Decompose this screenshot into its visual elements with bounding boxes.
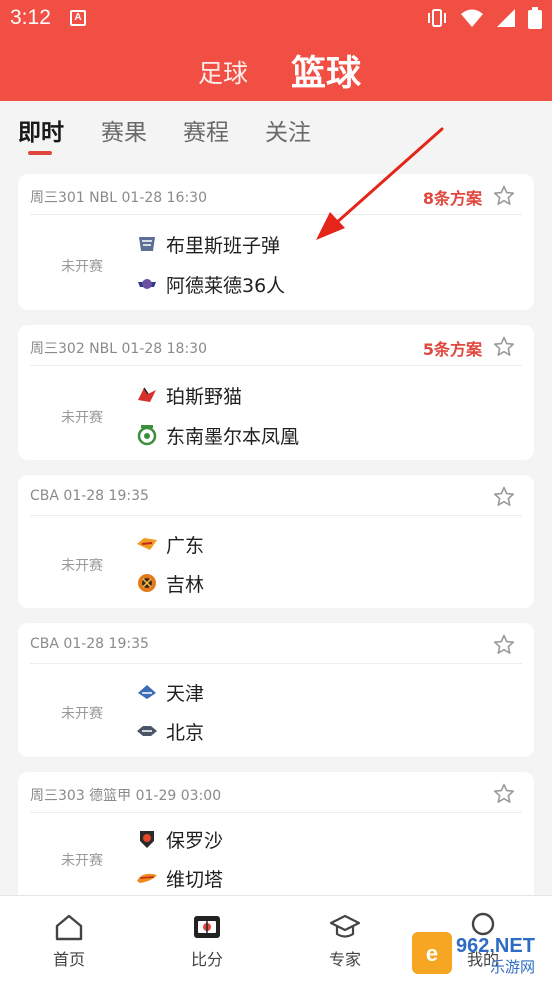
away-team-row: 维切塔 [136, 863, 223, 893]
star-icon[interactable] [492, 782, 516, 806]
home-team-row: 保罗沙 [136, 824, 223, 854]
nav-experts-label: 专家 [328, 950, 361, 969]
wifi-icon [461, 9, 483, 27]
tab-results[interactable]: 赛果 [101, 113, 147, 147]
nav-experts[interactable]: 专家 [305, 912, 385, 970]
match-header: 周三303 德篮甲 01-29 03:00 [30, 788, 222, 804]
tab-basketball[interactable]: 篮球 [291, 45, 361, 96]
match-card[interactable]: 周三302 NBL 01-28 18:30 5条方案 未开赛 珀斯野猫 东南墨尔… [18, 325, 534, 460]
app-notification-icon: A [70, 10, 86, 26]
beijing-logo [137, 726, 157, 736]
vechta-logo [137, 873, 157, 883]
match-header: CBA 01-28 19:35 [30, 488, 149, 504]
scoreboard-icon [194, 916, 220, 938]
tab-live[interactable]: 即时 [18, 113, 64, 147]
team-name: 布里斯班子弹 [166, 234, 281, 257]
team-name: 维切塔 [166, 868, 224, 891]
status-time: 3:12 [10, 6, 51, 29]
perth-wildcats-logo [138, 387, 156, 402]
match-status: 未开赛 [61, 259, 103, 275]
guangdong-logo [137, 538, 157, 550]
watermark-logo: e 962.NET 乐游网 [412, 932, 535, 976]
battery-icon [528, 7, 542, 29]
active-tab-indicator [28, 151, 52, 155]
adelaide-36ers-logo [138, 279, 156, 289]
status-bar: 3:12 A [0, 0, 552, 38]
star-icon[interactable] [492, 633, 516, 657]
team-name: 广东 [166, 534, 205, 557]
paulosa-logo [140, 831, 154, 848]
watermark-text: 962.NET [456, 935, 535, 957]
card-divider [30, 812, 522, 813]
match-header: CBA 01-28 19:35 [30, 636, 149, 652]
star-icon[interactable] [492, 485, 516, 509]
star-icon[interactable] [492, 184, 516, 208]
team-name: 东南墨尔本凤凰 [166, 425, 300, 448]
home-team-row: 广东 [136, 529, 204, 559]
home-team-row: 天津 [136, 677, 204, 707]
svg-text:e: e [426, 941, 438, 966]
card-divider [30, 365, 522, 366]
signal-icon [497, 9, 515, 27]
team-name: 吉林 [166, 573, 205, 596]
away-team-row: 东南墨尔本凤凰 [136, 420, 299, 450]
tab-football[interactable]: 足球 [198, 54, 248, 90]
tab-following[interactable]: 关注 [265, 113, 311, 147]
sport-tabs: 足球 篮球 [0, 44, 552, 94]
nav-score-label: 比分 [190, 950, 223, 969]
match-status: 未开赛 [61, 706, 103, 722]
match-status: 未开赛 [61, 558, 103, 574]
match-header: 周三301 NBL 01-28 16:30 [30, 190, 207, 206]
plans-count-link[interactable]: 8条方案 [423, 185, 482, 209]
match-card[interactable]: CBA 01-28 19:35 未开赛 天津 北京 [18, 623, 534, 757]
graduation-cap-icon [329, 914, 361, 938]
match-card[interactable]: CBA 01-28 19:35 未开赛 广东 吉林 [18, 475, 534, 608]
tab-schedule[interactable]: 赛程 [183, 113, 229, 147]
card-divider [30, 214, 522, 215]
nav-home-label: 首页 [52, 950, 85, 969]
home-team-row: 珀斯野猫 [136, 380, 242, 410]
home-team-row: 布里斯班子弹 [136, 229, 280, 259]
match-header: 周三302 NBL 01-28 18:30 [30, 341, 207, 357]
nav-score[interactable]: 比分 [167, 912, 247, 970]
top-bar: 3:12 A 足球 篮球 [0, 0, 552, 101]
match-status: 未开赛 [61, 410, 103, 426]
away-team-row: 吉林 [136, 568, 204, 598]
sub-tabs: 即时 赛果 赛程 关注 [0, 101, 552, 165]
match-card[interactable]: 周三301 NBL 01-28 16:30 8条方案 未开赛 布里斯班子弹 阿德… [18, 174, 534, 310]
vibrate-icon [428, 9, 446, 27]
card-divider [30, 663, 522, 664]
nav-home[interactable]: 首页 [29, 912, 109, 970]
match-status: 未开赛 [61, 853, 103, 869]
team-name: 天津 [166, 682, 205, 705]
status-icons [426, 7, 542, 29]
jilin-logo [138, 574, 156, 592]
tianjin-logo [138, 685, 156, 699]
home-icon [55, 914, 83, 941]
match-card[interactable]: 周三303 德篮甲 01-29 03:00 未开赛 保罗沙 维切塔 [18, 772, 534, 912]
away-team-row: 北京 [136, 716, 204, 746]
watermark-subtext: 乐游网 [490, 958, 535, 976]
team-name: 北京 [166, 721, 205, 744]
team-name: 珀斯野猫 [166, 385, 243, 408]
se-melbourne-phoenix-logo [137, 425, 157, 446]
team-name: 保罗沙 [166, 829, 224, 852]
plans-count-link[interactable]: 5条方案 [423, 336, 482, 360]
away-team-row: 阿德莱德36人 [136, 269, 285, 299]
brisbane-bullets-logo [139, 237, 155, 251]
team-name: 阿德莱德36人 [166, 274, 286, 297]
star-icon[interactable] [492, 335, 516, 359]
card-divider [30, 515, 522, 516]
